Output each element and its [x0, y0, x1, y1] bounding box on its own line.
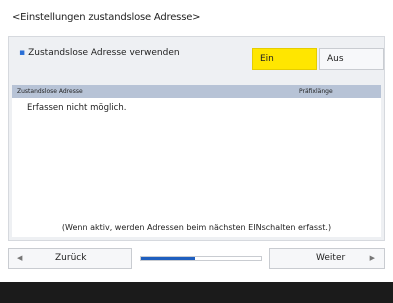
column-header-prefix-length: Präfixlänge	[299, 88, 333, 95]
list-message: Erfassen nicht möglich.	[27, 103, 127, 113]
bottom-status-bar	[0, 282, 393, 303]
left-arrow-icon: ◀	[17, 254, 23, 262]
right-arrow-icon: ▶	[369, 254, 375, 262]
next-button-label: Weiter	[316, 253, 346, 263]
column-header-stateless-address: Zustandslose Adresse	[17, 88, 83, 95]
page-scroll-bar	[140, 256, 262, 261]
next-button[interactable]: Weiter ▶	[269, 248, 385, 269]
list-note: (Wenn aktiv, werden Adressen beim nächst…	[61, 223, 332, 232]
stateless-address-setting-row: ▪ Zustandslose Adresse verwenden Ein Aus	[9, 37, 384, 81]
screen-title: <Einstellungen zustandslose Adresse>	[12, 12, 201, 23]
page-scroll-indicator	[141, 257, 195, 260]
address-list-header: Zustandslose Adresse Präfixlänge	[12, 85, 381, 98]
off-button[interactable]: Aus	[319, 48, 384, 70]
back-button-label: Zurück	[55, 253, 87, 263]
setting-label-text: Zustandslose Adresse verwenden	[28, 48, 180, 58]
on-button[interactable]: Ein	[252, 48, 317, 70]
setting-label: ▪ Zustandslose Adresse verwenden	[19, 48, 239, 58]
back-button[interactable]: ◀ Zurück	[8, 248, 132, 269]
bullet-icon: ▪	[19, 48, 26, 58]
address-list: Erfassen nicht möglich. (Wenn aktiv, wer…	[12, 98, 381, 237]
settings-panel: ▪ Zustandslose Adresse verwenden Ein Aus…	[8, 36, 385, 241]
